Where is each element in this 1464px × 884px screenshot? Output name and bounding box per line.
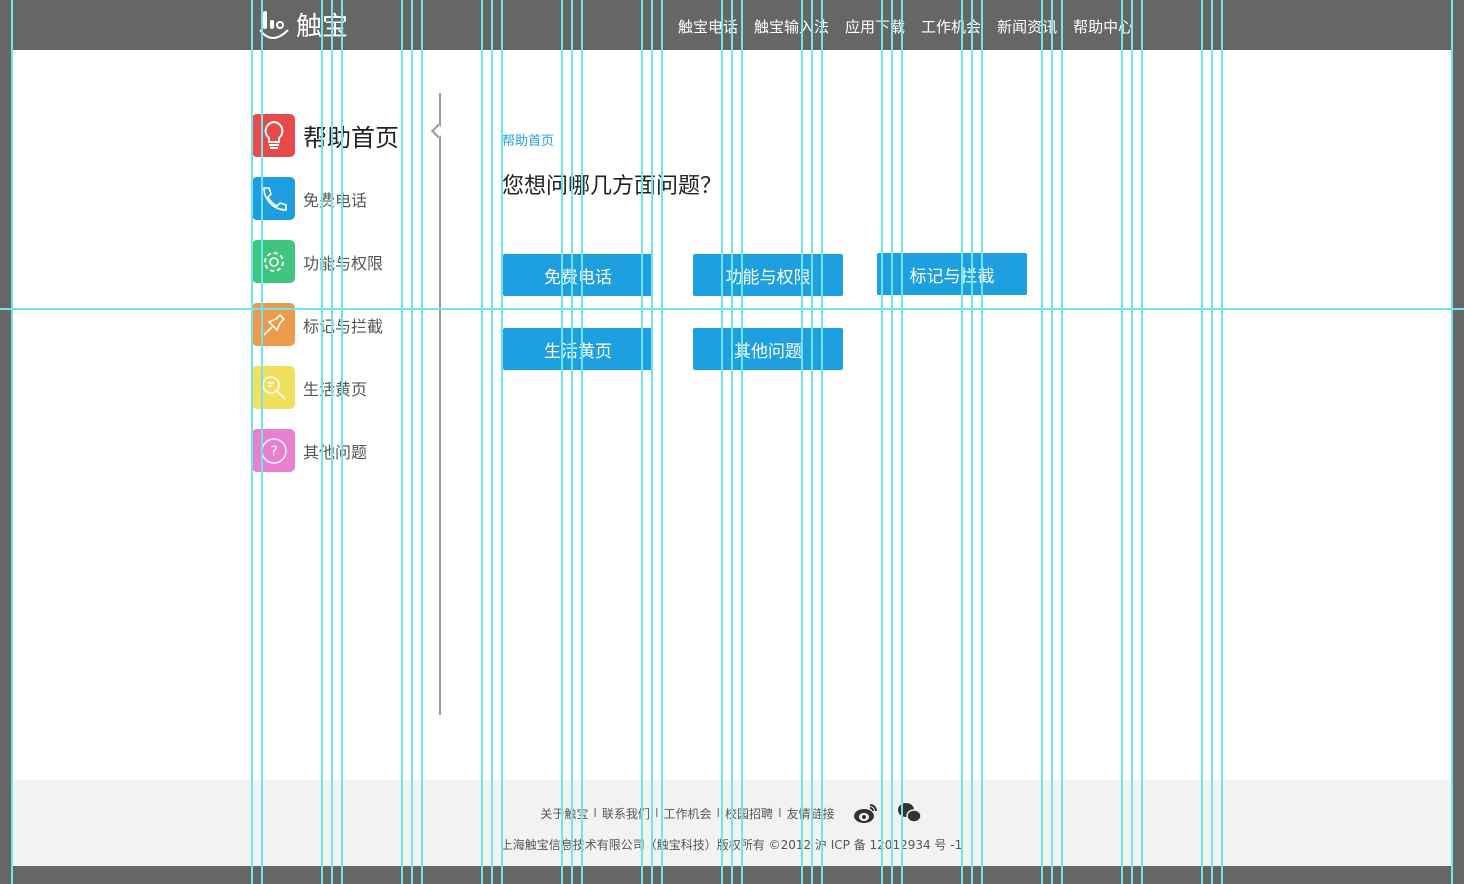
footer-link-about[interactable]: 关于触宝 xyxy=(540,805,588,822)
separator: I xyxy=(716,806,721,820)
pin-icon xyxy=(252,303,295,346)
logo[interactable]: 触宝 xyxy=(258,6,348,43)
sidebar-item-mark-block[interactable]: 标记与拦截 xyxy=(252,303,399,346)
weibo-icon[interactable] xyxy=(853,802,879,824)
page-title: 您想问哪几方面问题？ xyxy=(502,174,723,199)
question-icon: ? xyxy=(252,429,295,472)
sidebar-item-label: 其他问题 xyxy=(303,442,368,462)
top-nav: 触宝电话 触宝输入法 应用下载 工作机会 新闻资讯 帮助中心 xyxy=(670,0,1141,50)
free-call-button[interactable]: 免费电话 xyxy=(503,254,653,296)
search-icon xyxy=(252,366,295,409)
svg-text:?: ? xyxy=(270,444,277,460)
wechat-icon[interactable] xyxy=(897,802,923,824)
nav-touchpal-keyboard[interactable]: 触宝输入法 xyxy=(754,0,829,50)
footer-link-contact[interactable]: 联系我们 xyxy=(602,805,650,822)
sidebar-divider xyxy=(439,93,441,715)
active-pointer-icon xyxy=(430,123,446,139)
sidebar: 帮助首页 免费电话 功能与权限 标记与拦截 生活黄页 ? 其他问题 xyxy=(252,114,399,492)
logo-text: 触宝 xyxy=(296,12,349,42)
footer: 关于触宝 I 联系我们 I 工作机会 I 校园招聘 I 友情链接 上海触宝信息技术有限公… xyxy=(12,780,1451,866)
nav-jobs[interactable]: 工作机会 xyxy=(921,0,981,50)
copyright: 上海触宝信息技术有限公司（触宝科技）版权所有 ©2012 沪 ICP 备 120… xyxy=(500,838,963,852)
sidebar-item-free-call[interactable]: 免费电话 xyxy=(252,177,399,220)
sidebar-item-label: 帮助首页 xyxy=(303,124,399,152)
separator: I xyxy=(778,806,782,820)
footer-link-jobs[interactable]: 工作机会 xyxy=(663,805,711,822)
features-button[interactable]: 功能与权限 xyxy=(693,254,843,296)
footer-links: 关于触宝 I 联系我们 I 工作机会 I 校园招聘 I 友情链接 xyxy=(12,802,1451,824)
lightbulb-icon xyxy=(252,114,295,157)
nav-downloads[interactable]: 应用下载 xyxy=(845,0,905,50)
sidebar-item-other[interactable]: ? 其他问题 xyxy=(252,429,399,472)
sidebar-item-label: 功能与权限 xyxy=(303,253,384,273)
separator: I xyxy=(593,806,597,820)
separator: I xyxy=(654,806,659,820)
gear-icon xyxy=(252,240,295,283)
other-questions-button[interactable]: 其他问题 xyxy=(693,328,843,370)
footer-link-campus[interactable]: 校园招聘 xyxy=(725,805,773,822)
nav-help-center[interactable]: 帮助中心 xyxy=(1073,0,1133,50)
guide-line xyxy=(1451,0,1453,884)
nav-news[interactable]: 新闻资讯 xyxy=(997,0,1057,50)
header: 触宝 触宝电话 触宝输入法 应用下载 工作机会 新闻资讯 帮助中心 xyxy=(0,0,1464,50)
sidebar-item-label: 生活黄页 xyxy=(303,379,368,399)
phone-icon xyxy=(252,177,295,220)
main-content: 帮助首页 免费电话 功能与权限 标记与拦截 生活黄页 ? 其他问题 帮助首页 您想… xyxy=(12,50,1451,780)
yellow-pages-button[interactable]: 生活黄页 xyxy=(503,328,653,370)
nav-touchpal-dialer[interactable]: 触宝电话 xyxy=(678,0,738,50)
sidebar-item-help-home[interactable]: 帮助首页 xyxy=(252,114,399,157)
sidebar-item-label: 免费电话 xyxy=(303,190,368,210)
breadcrumb[interactable]: 帮助首页 xyxy=(502,130,554,149)
mark-block-button[interactable]: 标记与拦截 xyxy=(877,253,1027,295)
sidebar-item-features[interactable]: 功能与权限 xyxy=(252,240,399,283)
footer-link-friends[interactable]: 友情链接 xyxy=(787,805,835,822)
sidebar-item-label: 标记与拦截 xyxy=(303,316,384,336)
sidebar-item-yellow-pages[interactable]: 生活黄页 xyxy=(252,366,399,409)
touchpal-logo-icon xyxy=(259,10,289,39)
